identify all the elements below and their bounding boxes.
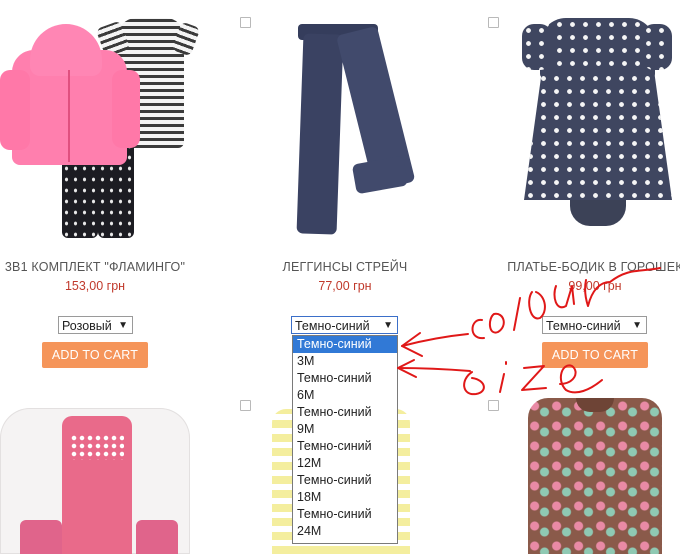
dropdown-option[interactable]: Темно-синий: [293, 336, 397, 353]
variant-select[interactable]: Темно-синий ▼: [291, 316, 398, 334]
dropdown-option[interactable]: 18M: [293, 489, 397, 506]
add-to-cart-button[interactable]: ADD TO CART: [42, 342, 148, 368]
pink-sleeve: [112, 70, 140, 148]
product-price: 153,00 грн: [64, 279, 126, 293]
annotation-arrow-icon: [401, 333, 469, 347]
dropdown-option[interactable]: Темно-синий: [293, 438, 397, 455]
elephant-romper: [528, 398, 662, 554]
dropdown-option[interactable]: 6M: [293, 387, 397, 404]
dropdown-option[interactable]: 3M: [293, 353, 397, 370]
compare-checkbox[interactable]: [488, 400, 499, 411]
annotation-arrow-icon: [397, 367, 471, 372]
leggings-left-leg: [296, 33, 344, 235]
product-image-elephant-romper[interactable]: [520, 398, 670, 554]
hoodie-zipper: [68, 70, 70, 162]
dropdown-option[interactable]: 24M: [293, 523, 397, 540]
dropdown-option[interactable]: 9M: [293, 421, 397, 438]
variant-select-value: Розовый: [62, 319, 112, 333]
variant-select-value: Темно-синий: [546, 319, 621, 333]
dropdown-option[interactable]: Темно-синий: [293, 472, 397, 489]
dropdown-option[interactable]: Темно-синий: [293, 506, 397, 523]
product-image-polka-dress[interactable]: [520, 10, 675, 240]
pink-sleeve: [0, 70, 30, 150]
size-color-dropdown-list[interactable]: Темно-синий 3M Темно-синий 6M Темно-сини…: [292, 335, 398, 544]
chevron-down-icon: ▼: [383, 320, 393, 331]
product-price: 99,00 грн: [568, 279, 622, 293]
leggings-right-leg-lower: [351, 155, 409, 195]
compare-checkbox[interactable]: [240, 17, 251, 28]
polka-sleeve: [522, 24, 552, 70]
polka-sleeve: [642, 24, 672, 70]
product-title[interactable]: ЛЕГГИНСЫ СТРЕЙЧ: [250, 260, 440, 274]
compare-checkbox[interactable]: [488, 17, 499, 28]
product-image-flamingo-set[interactable]: [0, 10, 201, 240]
polka-dress-top: [540, 18, 655, 78]
dress-embroidery: [70, 434, 124, 460]
product-image-cardigan-set[interactable]: [0, 400, 195, 554]
dress-bodysuit: [570, 200, 626, 226]
compare-checkbox[interactable]: [240, 400, 251, 411]
pink-pocket: [20, 520, 62, 554]
product-image-leggings[interactable]: [280, 10, 416, 240]
product-title[interactable]: 3В1 КОМПЛЕКТ "ФЛАМИНГО": [0, 260, 190, 274]
polka-dress-skirt: [524, 72, 672, 200]
dropdown-option[interactable]: Темно-синий: [293, 404, 397, 421]
annotation-arrowhead-icon: [397, 359, 417, 378]
chevron-down-icon: ▼: [632, 320, 642, 331]
pink-pocket: [136, 520, 178, 554]
pink-hood: [30, 24, 102, 76]
dropdown-option[interactable]: 12M: [293, 455, 397, 472]
add-to-cart-button[interactable]: ADD TO CART: [542, 342, 648, 368]
annotation-arrowhead-icon: [401, 332, 423, 357]
dropdown-option[interactable]: Темно-синий: [293, 370, 397, 387]
variant-select[interactable]: Темно-синий ▼: [542, 316, 647, 334]
product-price: 77,00 грн: [318, 279, 372, 293]
variant-select-value: Темно-синий: [295, 319, 370, 333]
product-title[interactable]: ПЛАТЬЕ-БОДИК В ГОРОШЕК: [505, 260, 680, 274]
chevron-down-icon: ▼: [118, 320, 128, 331]
variant-select[interactable]: Розовый ▼: [58, 316, 133, 334]
